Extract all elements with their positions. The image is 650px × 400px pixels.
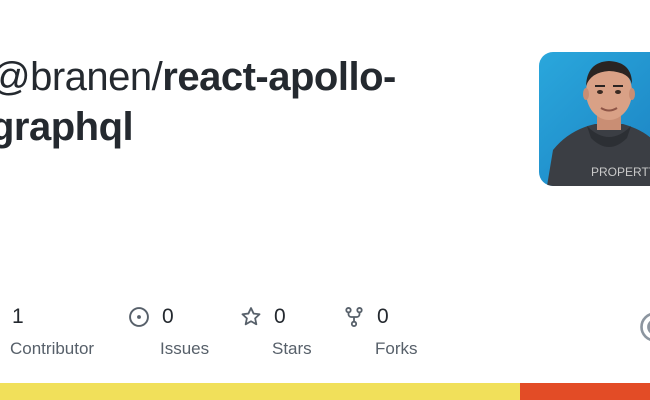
avatar-photo: PROPERTY <box>539 52 650 186</box>
contributors-count: 1 <box>12 305 24 328</box>
star-icon <box>240 306 262 328</box>
forks-label: Forks <box>375 339 418 358</box>
repo-title[interactable]: @branen/react-apollo-graphql <box>0 52 460 152</box>
issue-opened-icon <box>128 306 150 328</box>
stat-contributors[interactable]: 1 Contributor <box>0 305 94 359</box>
repo-owner[interactable]: @branen <box>0 55 152 99</box>
repo-name-continued[interactable]: graphql <box>0 105 134 149</box>
stat-forks[interactable]: 0 Forks <box>343 305 418 359</box>
stat-issues[interactable]: 0 Issues <box>128 305 209 359</box>
stat-stars[interactable]: 0 Stars <box>240 305 312 359</box>
repo-forked-icon <box>343 306 365 328</box>
issues-count: 0 <box>162 305 174 328</box>
stars-label: Stars <box>272 339 312 358</box>
contributors-label: Contributor <box>10 339 95 358</box>
avatar-shirt-text: PROPERTY <box>591 165 650 179</box>
language-segment-0 <box>0 383 520 400</box>
forks-count: 0 <box>377 305 389 328</box>
repo-social-card: @branen/react-apollo-graphql PROPERT 1 C… <box>0 0 650 400</box>
github-logo-icon[interactable] <box>640 312 650 342</box>
avatar[interactable]: PROPERTY <box>539 52 650 186</box>
stars-count: 0 <box>274 305 286 328</box>
repo-stats: 1 Contributor 0 Issues 0 Stars 0 Forks <box>0 305 650 365</box>
issues-label: Issues <box>160 339 210 358</box>
repo-name[interactable]: react-apollo- <box>162 55 396 99</box>
repo-separator: / <box>151 55 163 99</box>
language-segment-1 <box>520 383 650 400</box>
language-bar <box>0 383 650 400</box>
